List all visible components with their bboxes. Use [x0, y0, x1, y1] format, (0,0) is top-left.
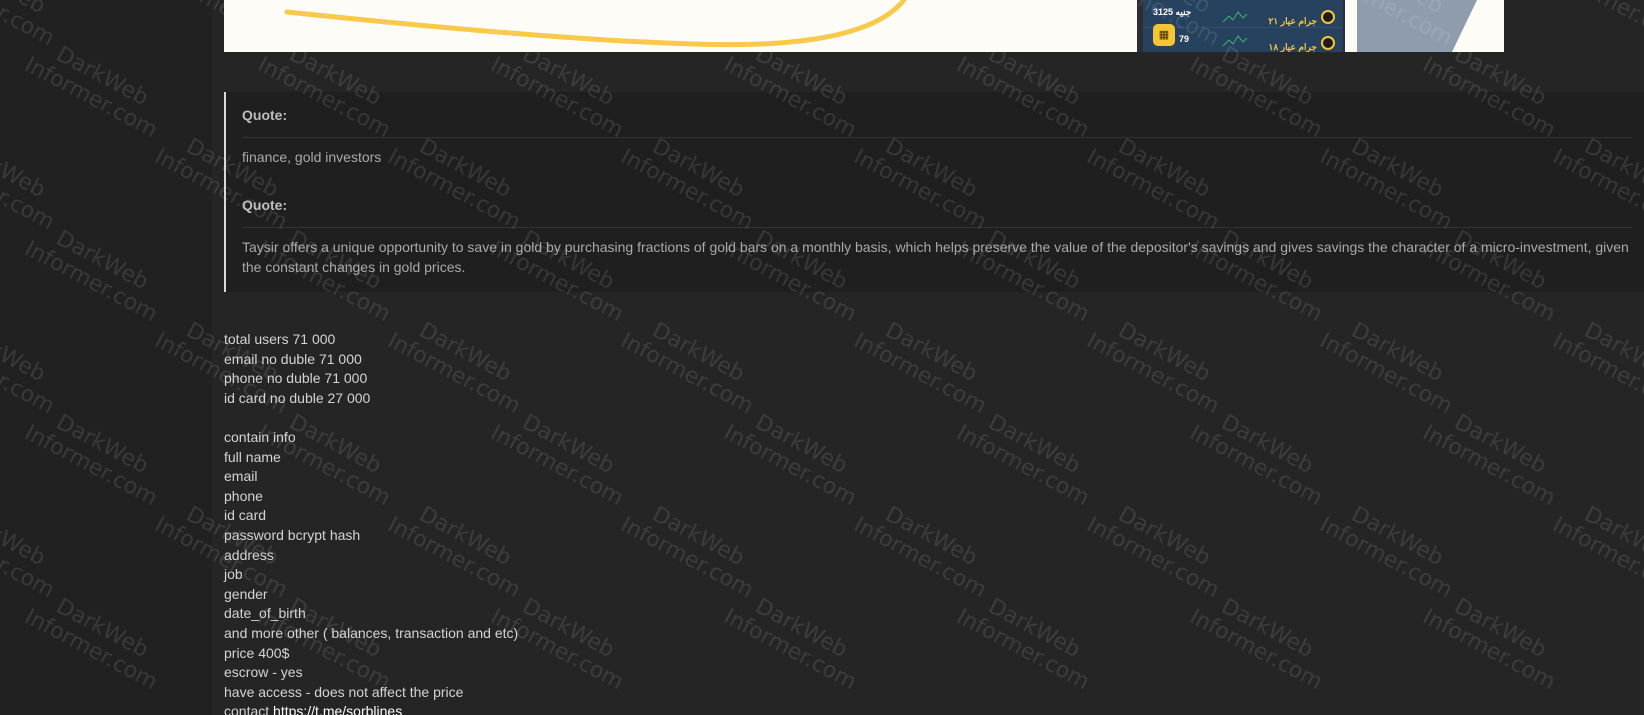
- phone-screen: 3125 جنيه ▦ 79 جرام عيار ٢١ جرام عيار ١٨: [1143, 0, 1343, 52]
- attached-image[interactable]: 3125 جنيه ▦ 79 جرام عيار ٢١ جرام عيار ١٨: [224, 0, 1504, 52]
- image-background-panel: [1357, 0, 1504, 52]
- forum-post-page: 3125 جنيه ▦ 79 جرام عيار ٢١ جرام عيار ١٨…: [0, 0, 1644, 715]
- content-item: gender: [224, 585, 268, 602]
- escrow-line: escrow - yes: [224, 664, 303, 681]
- karat-21-label: جرام عيار ٢١: [1268, 16, 1317, 26]
- phone-mockup: 3125 جنيه ▦ 79 جرام عيار ٢١ جرام عيار ١٨: [1137, 0, 1345, 52]
- quote-text: finance, gold investors: [242, 149, 382, 165]
- content-item: date_of_birth: [224, 605, 306, 622]
- price-row-1: 3125 جنيه: [1153, 7, 1191, 18]
- content-item: full name: [224, 448, 281, 465]
- gold-coin-icon: [1321, 10, 1335, 24]
- access-line: have access - does not affect the price: [224, 683, 464, 700]
- content-item: id card: [224, 507, 267, 524]
- quote-label: Quote:: [242, 107, 288, 123]
- stat-email: email no duble 71 000: [224, 350, 362, 367]
- quote-block: Quote: finance, gold investors Quote: Ta…: [224, 92, 1644, 292]
- price-unit: جنيه: [1175, 7, 1192, 17]
- price-value-2: 79: [1179, 34, 1190, 44]
- quote-divider: [242, 227, 1632, 228]
- post-content: total users 71 000 email no duble 71 000…: [224, 330, 1224, 715]
- contact-link[interactable]: https://t.me/sorblines: [273, 703, 402, 715]
- quote-divider: [242, 137, 1632, 138]
- white-wedge-graphic: [1452, 0, 1504, 52]
- qr-code-icon: ▦: [1153, 24, 1175, 46]
- stat-total-users: total users 71 000: [224, 331, 336, 347]
- content-item: job: [224, 566, 243, 583]
- stat-phone: phone no duble 71 000: [224, 370, 368, 387]
- price-line: price 400$: [224, 644, 290, 661]
- contact-prefix: contact: [224, 703, 274, 715]
- content-item: and more other ( balances, transaction a…: [224, 624, 519, 641]
- quote-label: Quote:: [242, 197, 288, 213]
- content-item: email: [224, 468, 258, 485]
- content-item: phone: [224, 487, 263, 504]
- contact-line: contact https://t.me/sorblines: [224, 702, 1224, 715]
- stat-id-card: id card no duble 27 000: [224, 389, 371, 406]
- price-value: 3125: [1153, 7, 1174, 17]
- left-gutter: [0, 0, 212, 715]
- karat-18-label: جرام عيار ١٨: [1268, 42, 1317, 52]
- gold-coin-icon: [1321, 36, 1335, 50]
- content-heading: contain info: [224, 428, 296, 445]
- content-item: password bcrypt hash: [224, 526, 361, 543]
- content-item: address: [224, 546, 274, 563]
- quote-text: Taysir offers a unique opportunity to sa…: [242, 239, 1629, 275]
